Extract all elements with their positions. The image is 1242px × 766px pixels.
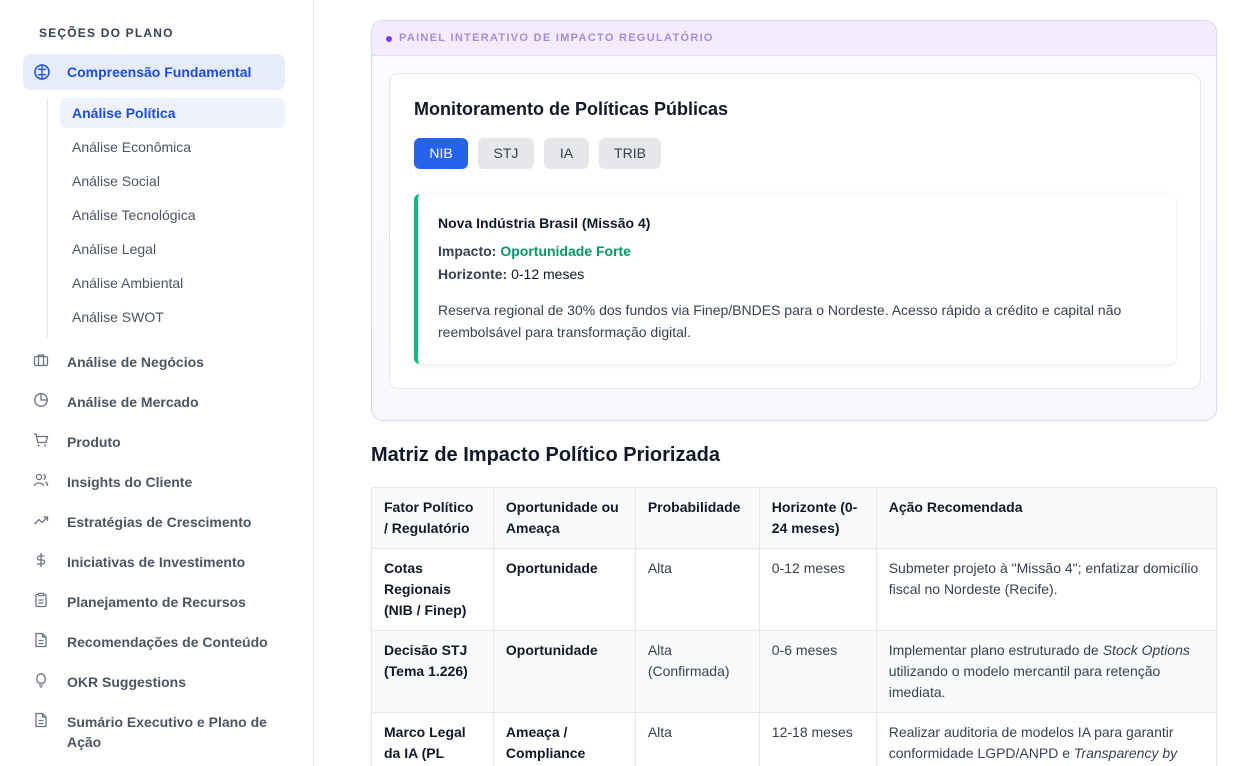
nav-item-insights-cliente[interactable]: Insights do Cliente [23,462,285,498]
nav-item-label: Sumário Executivo e Plano de Ação [67,714,267,750]
sub-item-label: Análise Ambiental [72,275,184,291]
probability-cell: Alta [634,712,760,766]
policy-monitor-title: Monitoramento de Políticas Públicas [414,99,729,119]
political-impact-matrix: Fator Político / Regulatório Oportunidad… [371,487,1218,766]
sidebar: SEÇÕES DO PLANO Compreensão Fundamental … [0,0,314,766]
impact-value: Oportunidade Forte [500,243,632,259]
nav-item-label: Compreensão Fundamental [67,64,252,80]
tab-trib[interactable]: TRIB [599,138,661,169]
panel-header: PAINEL INTERATIVO DE IMPACTO REGULATÓRIO [372,21,1216,56]
tab-ia[interactable]: IA [544,138,589,169]
nav-item-okr-suggestions[interactable]: OKR Suggestions [23,662,285,698]
nav-item-label: Análise de Negócios [67,354,204,370]
factor-cell: Marco Legal da IA (PL 2338/2023) [371,712,494,766]
factor-cell: Decisão STJ (Tema 1.226) [371,630,494,713]
table-header-row: Fator Político / Regulatório Oportunidad… [371,487,1218,549]
tab-stj[interactable]: STJ [478,138,534,169]
horizon-value: 0-12 meses [511,266,585,282]
sub-item-analise-ambiental[interactable]: Análise Ambiental [60,268,285,298]
type-cell: Ameaça / Compliance [492,712,636,766]
horizon-label: Horizonte: [438,266,508,282]
sub-item-label: Análise Social [72,173,160,189]
horizon-cell: 0-6 meses [758,630,877,713]
sidebar-heading: SEÇÕES DO PLANO [39,26,174,40]
nav-item-planejamento-recursos[interactable]: Planejamento de Recursos [23,582,285,618]
sub-item-analise-social[interactable]: Análise Social [60,166,285,196]
horizon-cell: 0-12 meses [758,548,877,631]
policy-detail-title: Nova Indústria Brasil (Missão 4) [438,215,651,231]
sub-item-analise-tecnologica[interactable]: Análise Tecnológica [60,200,285,230]
nav-item-analise-mercado[interactable]: Análise de Mercado [23,382,285,418]
file-text-icon [35,712,47,728]
horizon-row: Horizonte: 0-12 meses [438,266,584,282]
action-cell: Realizar auditoria de modelos IA para ga… [875,712,1218,766]
nav-item-label: Análise de Mercado [67,394,199,410]
nav-item-label: Iniciativas de Investimento [67,554,246,570]
sub-item-label: Análise Tecnológica [72,207,196,223]
probability-cell: Alta (Confirmada) [634,630,760,713]
sub-item-analise-politica[interactable]: Análise Política [60,98,285,128]
users-icon [33,473,49,487]
type-cell: Oportunidade [492,630,636,713]
sub-item-analise-swot[interactable]: Análise SWOT [60,302,285,332]
sub-nav-divider [47,98,48,338]
sub-item-analise-economica[interactable]: Análise Econômica [60,132,285,162]
nav-item-estrategias-crescimento[interactable]: Estratégias de Crescimento [23,502,285,538]
nav-item-iniciativas-investimento[interactable]: Iniciativas de Investimento [23,542,285,578]
policy-monitor-card: Monitoramento de Políticas Públicas NIB … [389,73,1201,389]
action-cell: Implementar plano estruturado de Stock O… [875,630,1218,713]
impact-row: Impacto: Oportunidade Forte [438,243,631,259]
sub-item-analise-legal[interactable]: Análise Legal [60,234,285,264]
nav-item-label: Estratégias de Crescimento [67,514,252,530]
sub-item-label: Análise Econômica [72,139,192,155]
probability-cell: Alta [634,548,760,631]
column-header: Horizonte (0-24 meses) [758,487,877,549]
nav-item-sumario-executivo[interactable]: Sumário Executivo e Plano de Ação [23,702,285,754]
nav-item-analise-negocios[interactable]: Análise de Negócios [23,342,285,378]
briefcase-icon [33,354,49,367]
action-emphasis: Stock Options [1102,642,1190,658]
nav-item-label: Planejamento de Recursos [67,594,246,610]
sub-item-label: Análise SWOT [72,309,164,325]
nav-item-label: OKR Suggestions [67,674,187,690]
nav-item-label: Insights do Cliente [67,474,193,490]
nav-item-label: Produto [67,434,121,450]
column-header: Ação Recomendada [875,487,1218,549]
action-text: utilizando o modelo mercantil para reten… [888,663,1161,700]
nav-item-compreensao-fundamental[interactable]: Compreensão Fundamental [23,54,285,90]
policy-description: Reserva regional de 30% dos fundos via F… [438,302,1122,340]
action-cell: Submeter projeto à "Missão 4"; enfatizar… [875,548,1218,631]
policy-detail-card: Nova Indústria Brasil (Missão 4) Impacto… [414,194,1176,364]
factor-cell: Cotas Regionais (NIB / Finep) [371,548,494,631]
column-header: Probabilidade [634,487,760,549]
tab-nib[interactable]: NIB [414,138,468,169]
column-header: Oportunidade ou Ameaça [492,487,636,549]
brain-icon [34,64,50,80]
action-text: Implementar plano estruturado de [888,642,1103,658]
panel-header-title: PAINEL INTERATIVO DE IMPACTO REGULATÓRIO [399,32,714,44]
nav-item-recomendacoes-conteudo[interactable]: Recomendações de Conteúdo [23,622,285,658]
dollar-icon [36,553,46,567]
sub-item-label: Análise Política [72,105,176,121]
impact-label: Impacto: [438,243,497,259]
document-icon [35,632,47,648]
table-row: Marco Legal da IA (PL 2338/2023) Ameaça … [371,712,1218,766]
lightbulb-icon [36,673,46,688]
nav-item-produto[interactable]: Produto [23,422,285,458]
regulatory-impact-panel: PAINEL INTERATIVO DE IMPACTO REGULATÓRIO… [371,20,1217,421]
cart-icon [34,433,49,447]
type-cell: Oportunidade [492,548,636,631]
matrix-title: Matriz de Impacto Político Priorizada [371,444,720,466]
table-row: Decisão STJ (Tema 1.226) Oportunidade Al… [371,630,1218,713]
column-header: Fator Político / Regulatório [371,487,494,549]
table-row: Cotas Regionais (NIB / Finep) Oportunida… [371,548,1218,631]
nav-item-label: Recomendações de Conteúdo [67,634,268,650]
status-dot-icon [386,36,392,42]
clipboard-icon [35,592,47,608]
horizon-cell: 12-18 meses [758,712,877,766]
pie-chart-icon [34,393,48,407]
sub-item-label: Análise Legal [72,241,157,257]
trending-up-icon [34,516,49,525]
